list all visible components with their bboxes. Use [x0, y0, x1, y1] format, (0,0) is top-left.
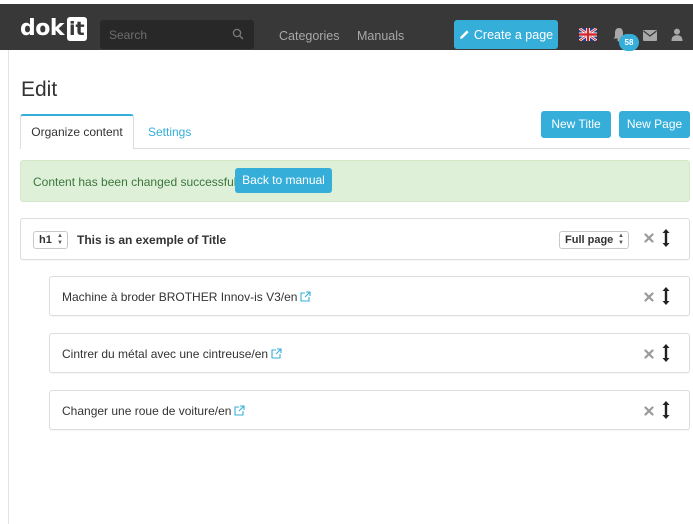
search-input[interactable]	[100, 20, 230, 49]
remove-icon[interactable]	[644, 292, 654, 302]
page-item: Cintrer du métal avec une cintreuse/en	[49, 333, 690, 373]
page-item-label[interactable]: Machine à broder BROTHER Innov-is V3/en	[62, 290, 311, 304]
move-icon[interactable]	[662, 287, 670, 305]
display-mode-select[interactable]: Full page ▲ ▼	[559, 231, 629, 249]
notification-count-badge[interactable]: 58	[619, 34, 639, 51]
external-link-icon[interactable]	[234, 405, 246, 416]
create-page-button[interactable]: Create a page	[454, 20, 558, 49]
title-text: This is an exemple of Title	[77, 233, 227, 247]
display-mode-value: Full page	[565, 234, 614, 246]
page-item: Machine à broder BROTHER Innov-is V3/en	[49, 276, 690, 316]
move-icon[interactable]	[662, 344, 670, 362]
search-box	[100, 20, 254, 49]
logo-text: dok	[20, 16, 65, 41]
remove-icon[interactable]	[644, 406, 654, 416]
tab-organize-content[interactable]: Organize content	[20, 114, 134, 149]
nav-categories[interactable]: Categories	[279, 28, 339, 44]
page-item: Changer une roue de voiture/en	[49, 390, 690, 430]
dokit-logo[interactable]: dok it	[20, 16, 87, 42]
page-item-title: Machine à broder BROTHER Innov-is V3/en	[62, 290, 298, 304]
page-item-label[interactable]: Cintrer du métal avec une cintreuse/en	[62, 347, 282, 361]
new-title-button[interactable]: New Title	[541, 111, 611, 138]
heading-level-select[interactable]: h1 ▲ ▼	[33, 231, 68, 249]
select-arrows-icon: ▲ ▼	[618, 233, 624, 246]
page-title: Edit	[21, 78, 58, 101]
create-page-label: Create a page	[473, 27, 554, 42]
page-item-title: Changer une roue de voiture/en	[62, 404, 232, 418]
nav-manuals[interactable]: Manuals	[357, 28, 404, 44]
search-icon[interactable]	[232, 28, 244, 40]
logo-box-text: it	[67, 17, 87, 41]
external-link-icon[interactable]	[271, 348, 282, 359]
pencil-icon	[459, 30, 469, 39]
success-message: Content has been changed successfully	[33, 175, 246, 189]
page-item-label[interactable]: Changer une roue de voiture/en	[62, 404, 246, 418]
success-alert: Content has been changed successfully Ba…	[20, 160, 690, 202]
user-icon[interactable]	[671, 28, 683, 41]
select-arrows-icon: ▲ ▼	[57, 233, 63, 246]
back-to-manual-button[interactable]: Back to manual	[235, 168, 332, 193]
tab-settings[interactable]: Settings	[148, 124, 191, 140]
heading-level-value: h1	[39, 234, 52, 246]
envelope-icon[interactable]	[643, 30, 657, 41]
new-page-button[interactable]: New Page	[619, 111, 690, 138]
page-item-title: Cintrer du métal avec une cintreuse/en	[62, 347, 269, 361]
external-link-icon[interactable]	[300, 291, 311, 302]
title-item: h1 ▲ ▼ This is an exemple of Title Full p…	[20, 218, 690, 260]
move-icon[interactable]	[662, 229, 670, 247]
uk-flag-icon[interactable]	[579, 28, 597, 41]
move-icon[interactable]	[662, 401, 670, 419]
top-navbar: dok it Categories Manuals Create a page …	[0, 0, 693, 51]
remove-icon[interactable]	[644, 233, 654, 243]
remove-icon[interactable]	[644, 349, 654, 359]
left-divider	[8, 50, 9, 524]
